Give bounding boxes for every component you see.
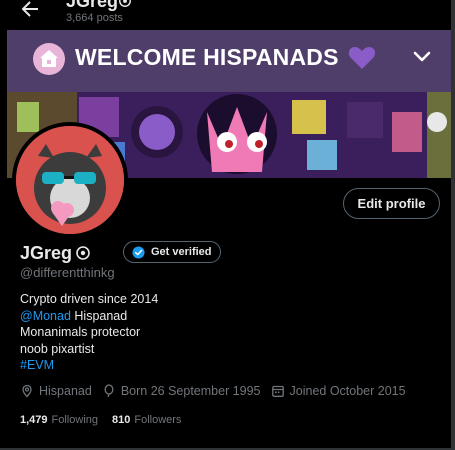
birthday-item: Born 26 September 1995 xyxy=(102,384,261,398)
followers-label: Followers xyxy=(134,414,182,426)
follow-stats: 1,479 Following 810 Followers xyxy=(20,414,195,426)
verified-circle-icon xyxy=(76,246,90,260)
avatar-image xyxy=(16,126,124,234)
get-verified-button[interactable]: Get verified xyxy=(123,241,221,263)
bio: Crypto driven since 2014 @Monad Hispanad… xyxy=(20,291,158,374)
house-icon xyxy=(33,43,65,75)
joined-text: Joined October 2015 xyxy=(289,384,406,398)
window-border xyxy=(451,0,455,450)
bio-line: noob pixartist xyxy=(20,341,95,356)
following-label: Following xyxy=(51,414,98,426)
verified-badge-icon xyxy=(132,245,145,259)
avatar[interactable] xyxy=(12,122,128,238)
post-count: 3,664 posts xyxy=(66,12,123,24)
bio-line: @Monad Hispanad xyxy=(20,308,158,325)
banner-title-strip: WELCOME HISPANADS xyxy=(7,30,455,92)
joined-item: Joined October 2015 xyxy=(271,384,406,398)
location-text: Hispanad xyxy=(39,384,92,398)
verified-circle-icon xyxy=(119,0,131,7)
followers-link[interactable]: 810 Followers xyxy=(112,414,181,426)
balloon-icon xyxy=(104,384,114,398)
chevron-down-icon[interactable] xyxy=(410,45,434,69)
purple-heart-icon xyxy=(348,47,376,69)
following-count: 1,479 xyxy=(20,414,48,426)
banner-title: WELCOME HISPANADS xyxy=(75,44,339,70)
followers-count: 810 xyxy=(112,414,131,426)
following-link[interactable]: 1,479 Following xyxy=(20,414,98,426)
display-name: JGreg xyxy=(20,243,73,263)
user-handle: @differentthinkg xyxy=(20,265,115,280)
birthday-text: Born 26 September 1995 xyxy=(120,384,261,398)
calendar-icon xyxy=(271,385,284,397)
get-verified-label: Get verified xyxy=(151,246,212,258)
edit-profile-button[interactable]: Edit profile xyxy=(343,188,440,219)
bio-line: Crypto driven since 2014 xyxy=(20,292,159,306)
location-pin-icon xyxy=(22,384,32,398)
hashtag-link[interactable]: #EVM xyxy=(20,358,54,372)
top-bar-name: JGreg xyxy=(66,0,119,11)
bio-text: Hispanad xyxy=(70,308,128,323)
back-arrow-icon[interactable] xyxy=(18,0,42,21)
mention-link[interactable]: @Monad xyxy=(20,309,71,323)
profile-meta: Hispanad Born 26 September 1995 Joined O… xyxy=(20,384,416,398)
bio-line: Monanimals protector xyxy=(20,325,141,340)
bio-line: #EVM xyxy=(20,357,158,374)
location-item: Hispanad xyxy=(20,384,92,398)
top-bar: JGreg 3,664 posts xyxy=(0,0,455,30)
